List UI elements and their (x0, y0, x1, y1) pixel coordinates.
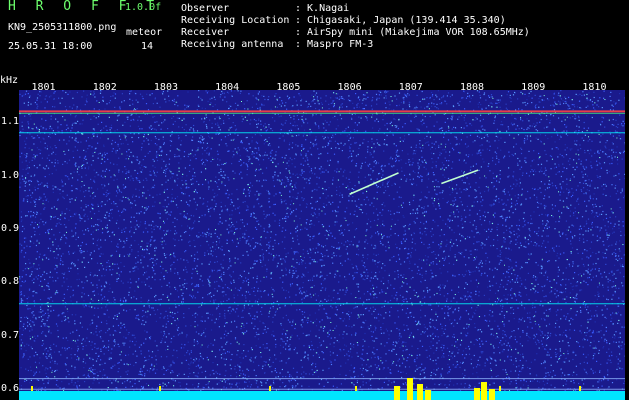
y-tick-label: 0.6 (1, 383, 20, 395)
burst-mark (159, 386, 161, 391)
observer-key: Observer (181, 3, 230, 14)
burst-mark (31, 386, 33, 391)
spectrogram-plot (19, 90, 625, 400)
location-key: Receiving Location (181, 15, 290, 26)
y-axis-unit: kHz (0, 75, 19, 86)
burst-mark (489, 389, 495, 400)
datetime-label: 25.05.31 18:00 (8, 41, 93, 52)
receiver-key: Receiver (181, 27, 230, 38)
y-tick-label: 1.0 (1, 169, 20, 181)
y-tick-label: 0.8 (1, 276, 20, 288)
filename-label: KN9_2505311800.png (8, 22, 117, 33)
observer-value: : K.Nagai (295, 3, 350, 14)
burst-mark (407, 378, 413, 400)
y-tick-label: 0.9 (1, 222, 20, 234)
antenna-key: Receiving antenna (181, 39, 284, 50)
burst-mark (394, 386, 400, 400)
burst-mark (499, 386, 501, 391)
version-label: 1.0.0f (125, 2, 162, 13)
burst-mark (474, 388, 480, 400)
location-value: : Chigasaki, Japan (139.414 35.340) (295, 15, 506, 26)
bottom-band-fill (19, 391, 625, 400)
receiver-value: : AirSpy mini (Miakejima VOR 108.65MHz) (295, 27, 530, 38)
burst-mark (355, 386, 357, 391)
header-panel: H R O F F T 1.0.0f KN9_2505311800.png me… (0, 0, 629, 76)
meteor-count: 14 (141, 41, 154, 52)
antenna-value: : Maspro FM-3 (295, 39, 374, 50)
burst-mark (579, 386, 581, 391)
burst-mark (417, 384, 423, 400)
burst-mark (425, 390, 431, 400)
burst-mark (481, 382, 487, 400)
meteor-label: meteor (126, 27, 163, 38)
burst-mark (269, 386, 271, 391)
y-tick-label: 1.1 (1, 116, 20, 128)
y-tick-label: 0.7 (1, 329, 20, 341)
